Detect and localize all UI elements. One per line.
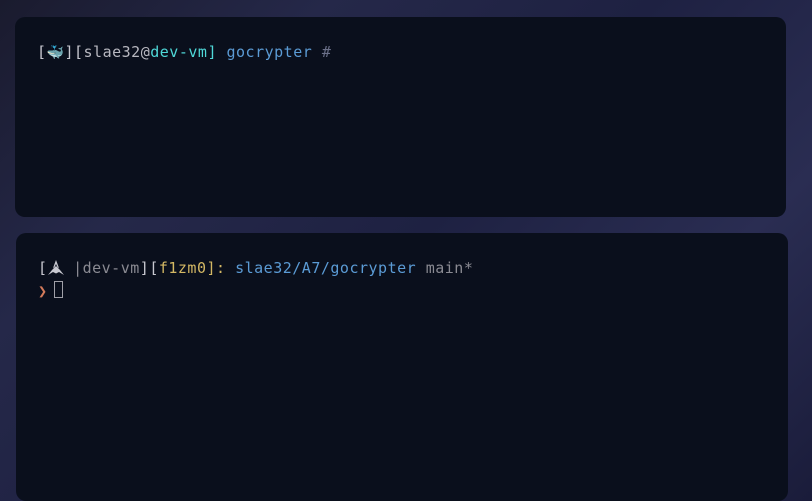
terminal-pane-host[interactable]: [ |dev-vm][f1zm0]: slae32/A7/gocrypter m… <box>16 233 788 501</box>
current-dir: gocrypter <box>227 43 313 61</box>
current-path: slae32/A7/gocrypter <box>235 259 416 277</box>
colon: : <box>216 259 226 277</box>
terminal-pane-docker[interactable]: [🐳][slae32@dev-vm] gocrypter # <box>15 17 786 217</box>
bracket-close: ] <box>207 259 217 277</box>
prompt-line-host: [ |dev-vm][f1zm0]: slae32/A7/gocrypter m… <box>38 257 766 280</box>
bracket-open: [ <box>149 259 159 277</box>
whale-icon: 🐳 <box>47 43 65 64</box>
bracket-close: ] <box>64 43 74 61</box>
bracket-open: [ <box>74 43 84 61</box>
bracket-open: [ <box>38 259 48 277</box>
arch-icon <box>48 257 64 280</box>
prompt-hash: # <box>322 43 332 61</box>
bracket-open: [ <box>37 43 47 61</box>
user-name: f1zm0 <box>159 259 207 277</box>
git-dirty-indicator: * <box>464 259 474 277</box>
bracket-close: ] <box>140 259 150 277</box>
user-name: slae32 <box>84 43 141 61</box>
at-symbol: @ <box>141 43 151 61</box>
prompt-input-line[interactable]: ❯ <box>38 280 766 303</box>
prompt-line-docker: [🐳][slae32@dev-vm] gocrypter # <box>37 41 764 64</box>
bracket-close: ] <box>207 43 217 61</box>
prompt-arrow: ❯ <box>38 282 48 300</box>
hostname: dev-vm <box>83 259 140 277</box>
cursor <box>54 281 63 298</box>
hostname: dev-vm <box>150 43 207 61</box>
git-branch: main <box>426 259 464 277</box>
separator-pipe: | <box>73 259 83 277</box>
